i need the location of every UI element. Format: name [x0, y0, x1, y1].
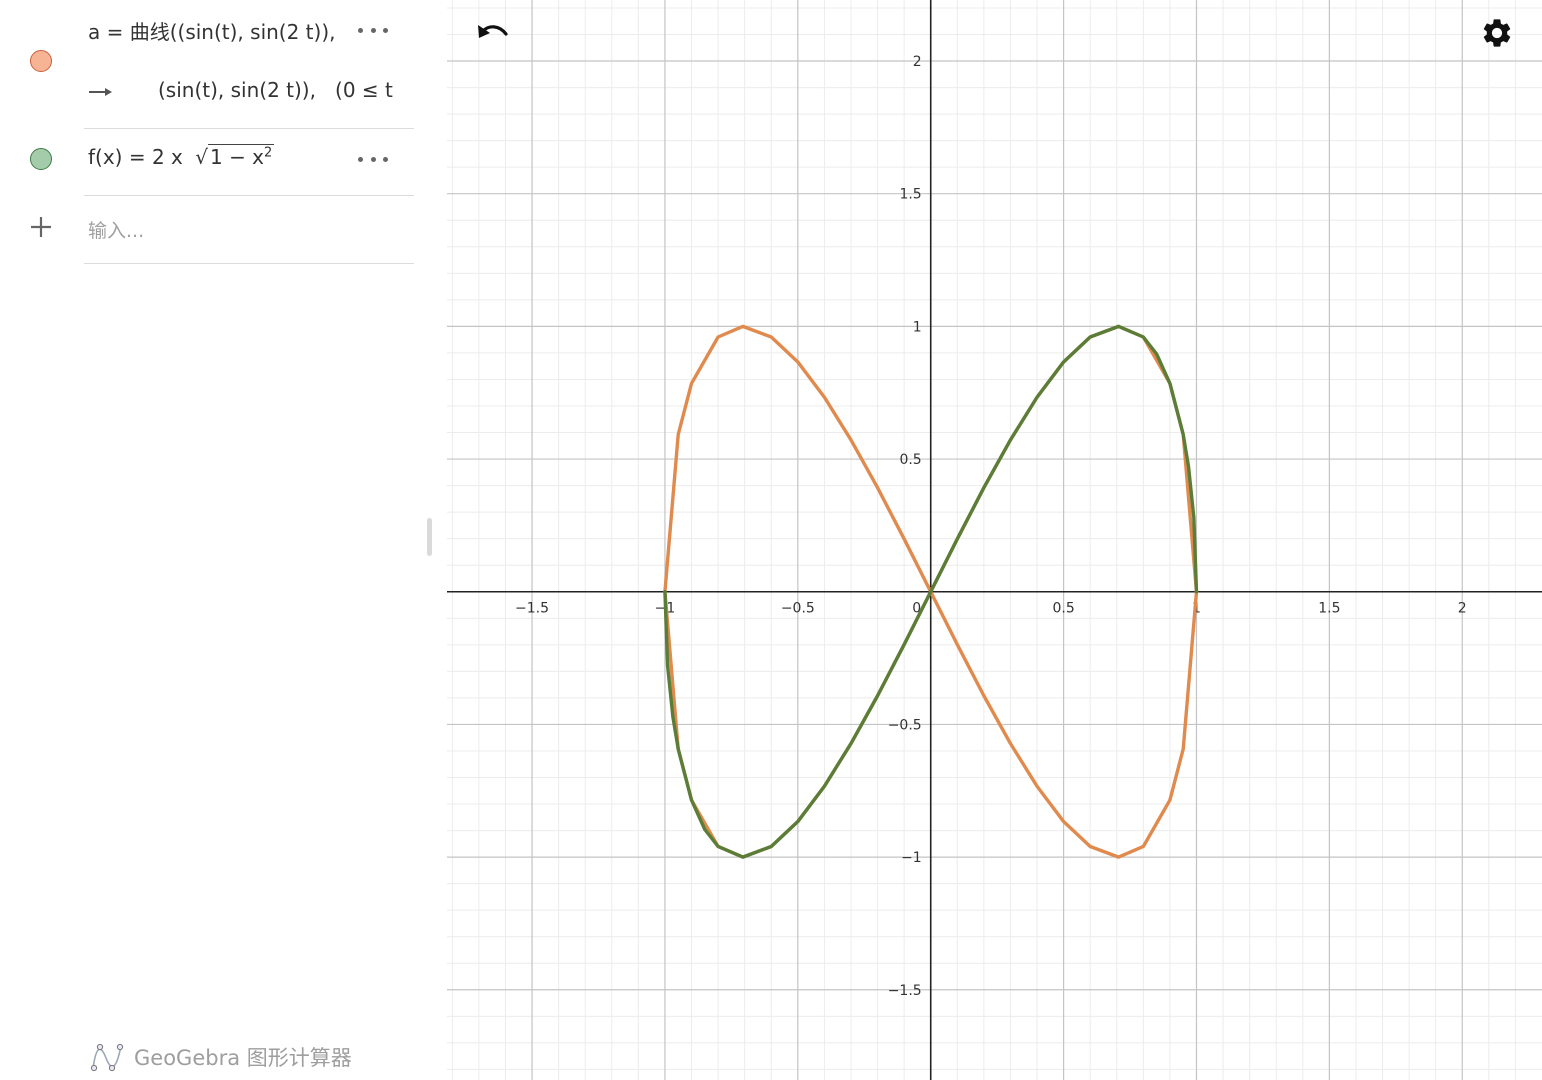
more-icon[interactable] [358, 149, 388, 169]
curve-a-definition[interactable]: a = 曲线((sin(t), sin(2 t)), [88, 16, 336, 45]
x-tick-label: 0.5 [1052, 601, 1074, 617]
function-f-prefix: f(x) = 2 x [88, 145, 183, 169]
y-tick-label: 1 [913, 319, 922, 335]
visibility-marble-curve-a[interactable] [30, 50, 52, 72]
graphics-view[interactable]: −1.5 −1 −0.5 0 0.5 1 1.5 2 −1.5 −1 −0.5 0.5 1 1.5 2 [447, 0, 1542, 1080]
undo-icon[interactable] [475, 18, 511, 50]
x-tick-label: 1.5 [1318, 601, 1340, 617]
algebra-item-function-f[interactable]: f(x) = 2 x √ 1 − x2 [0, 129, 420, 195]
plus-icon[interactable] [30, 216, 52, 238]
algebra-input-field[interactable]: 输入... [88, 216, 144, 243]
graph-canvas[interactable]: −1.5 −1 −0.5 0 0.5 1 1.5 2−1.5−1−0.50.511.52 [447, 0, 1542, 1080]
function-f-exponent: 2 [264, 145, 273, 161]
algebra-input-row[interactable]: 输入... [0, 196, 420, 262]
geogebra-logo-icon [90, 1043, 124, 1072]
x-tick-label: −0.5 [781, 601, 815, 617]
y-tick-label: 2 [913, 54, 922, 70]
grid-major [447, 0, 1542, 1080]
sqrt-sign: √ [195, 145, 208, 169]
function-f-radicand: 1 − x2 [207, 144, 275, 169]
panel-resize-handle[interactable] [427, 518, 432, 556]
gear-icon[interactable] [1480, 16, 1514, 50]
divider [84, 263, 414, 264]
algebra-view: a = 曲线((sin(t), sin(2 t)), (sin(t), sin(… [0, 0, 420, 1080]
y-tick-label: −1 [901, 850, 922, 866]
y-tick-label: 1.5 [899, 187, 921, 203]
grid-minor [447, 0, 1542, 1080]
curve-a-output: (sin(t), sin(2 t)), (0 ≤ t [158, 78, 393, 102]
visibility-marble-function-f[interactable] [30, 148, 52, 170]
more-icon[interactable] [358, 20, 388, 40]
function-f-definition[interactable]: f(x) = 2 x √ 1 − x2 [88, 144, 275, 169]
x-tick-label: −1.5 [515, 601, 549, 617]
y-tick-label: −1.5 [888, 983, 922, 999]
algebra-item-curve-a[interactable]: a = 曲线((sin(t), sin(2 t)), (sin(t), sin(… [0, 0, 420, 128]
brand-footer: GeoGebra 图形计算器 [90, 1040, 352, 1074]
x-tick-label: 2 [1458, 601, 1467, 617]
axes [447, 0, 1542, 1080]
brand-name: GeoGebra 图形计算器 [134, 1046, 352, 1070]
y-tick-label: −0.5 [888, 717, 922, 733]
arrow-right-icon [89, 88, 112, 96]
y-tick-label: 0.5 [899, 452, 921, 468]
